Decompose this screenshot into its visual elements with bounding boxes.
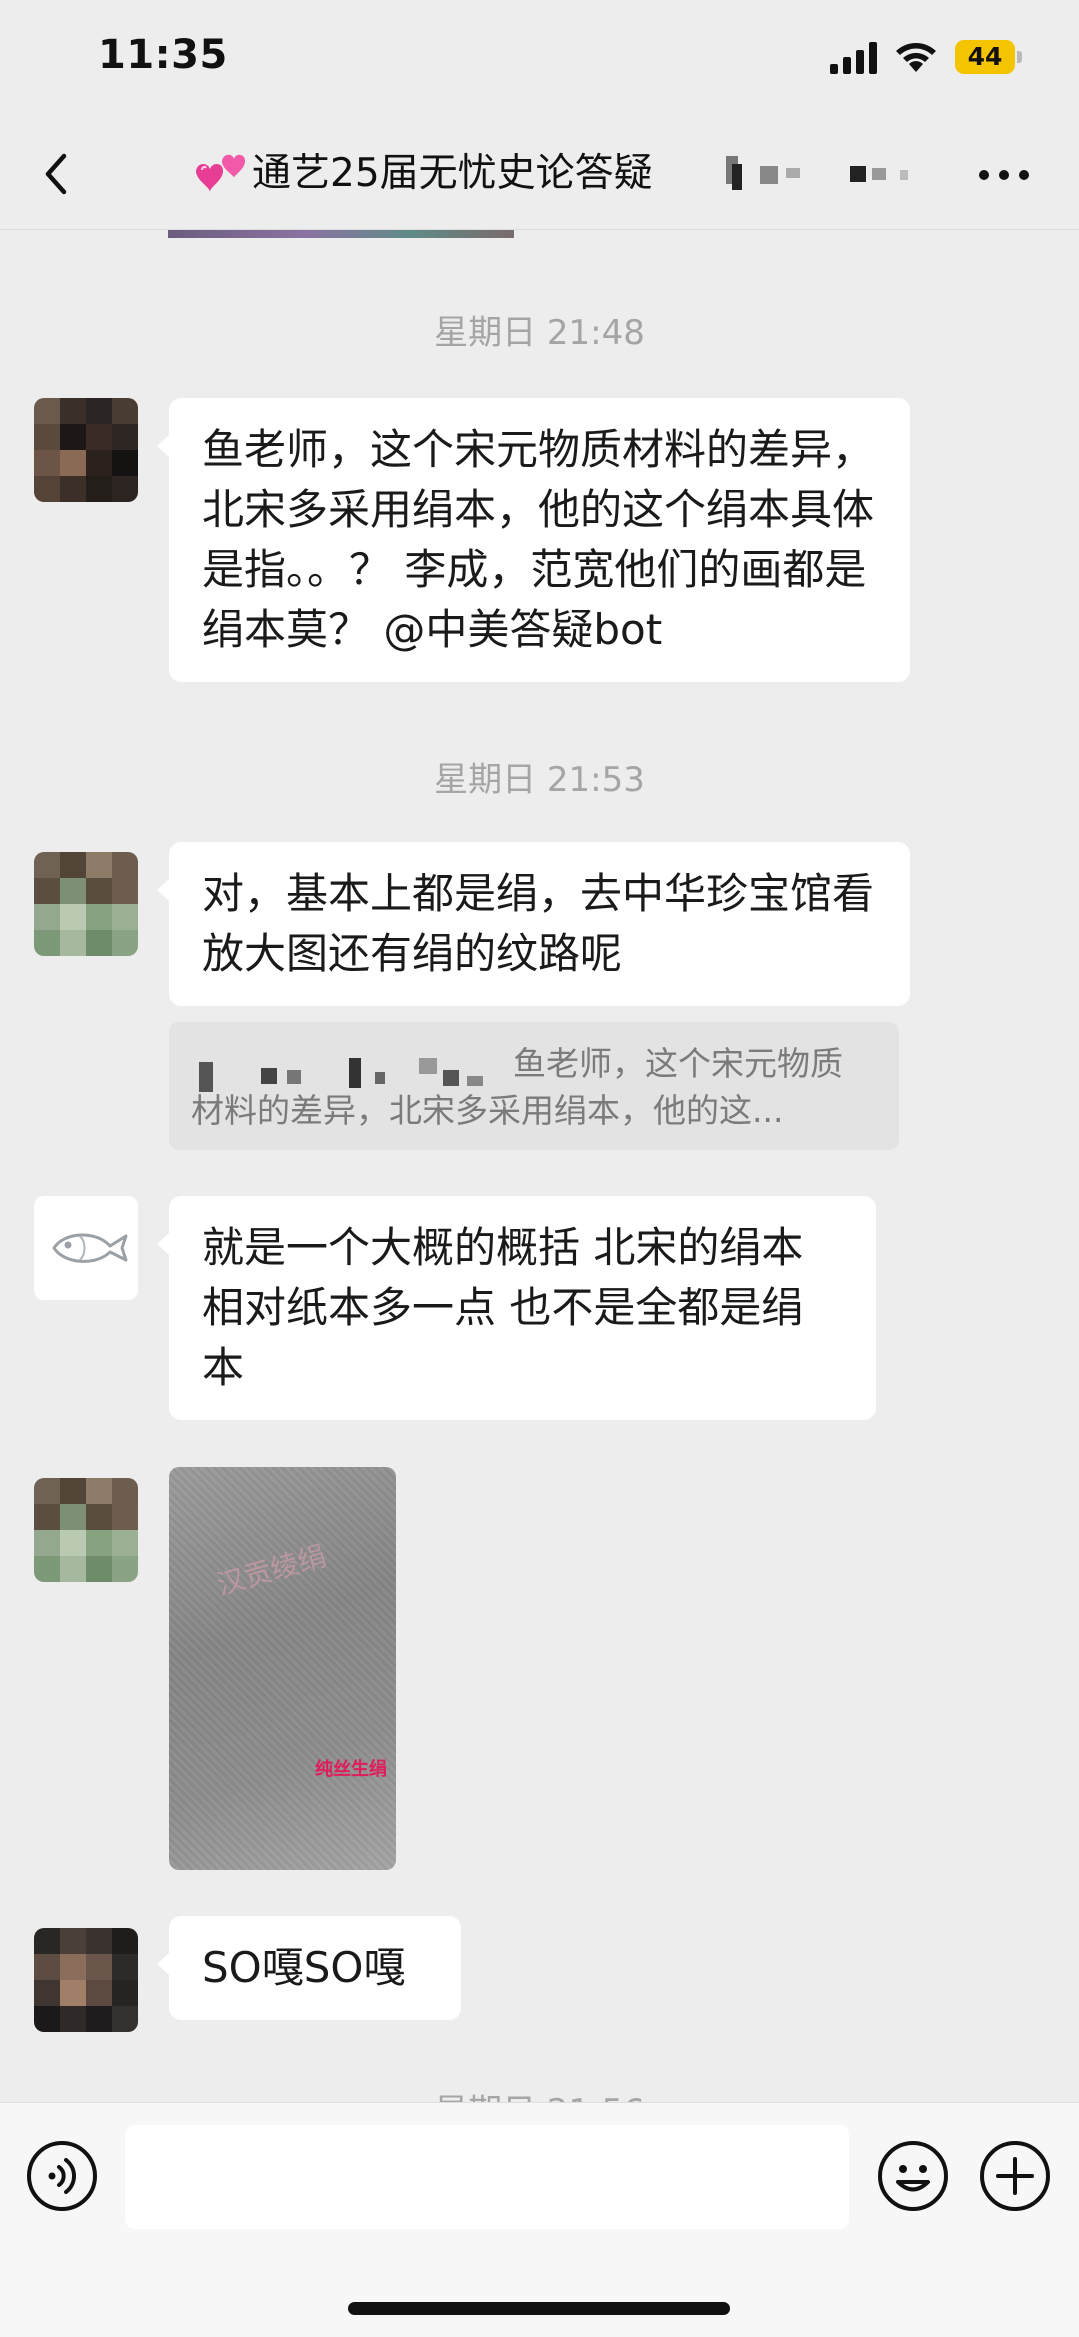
battery-level: 44 xyxy=(967,42,1003,71)
voice-icon[interactable] xyxy=(25,2139,99,2213)
avatar[interactable] xyxy=(34,1196,138,1300)
redacted-title-part xyxy=(710,150,950,210)
redacted-quote-sender xyxy=(199,1058,509,1118)
nav-bar: 通艺25届无忧史论答疑 xyxy=(0,120,1079,230)
wifi-icon xyxy=(896,43,936,72)
quoted-message[interactable]: 鱼老师，这个宋元物质 材料的差异，北宋多采用绢本，他的这... xyxy=(169,1022,899,1150)
image-message[interactable]: 汉贡绫绢 纯丝生绢 xyxy=(169,1467,396,1870)
message-text: 鱼老师，这个宋元物质材料的差异，北宋多采用绢本，他的这个绢本具体是指。。？ 李成… xyxy=(202,425,875,654)
message-input[interactable] xyxy=(125,2125,849,2229)
plus-circle-icon[interactable] xyxy=(978,2139,1052,2213)
message-text: 就是一个大概的概括 北宋的绢本相对纸本多一点 也不是全都是绢本 xyxy=(202,1223,804,1392)
message-timestamp: 星期日 21:53 xyxy=(434,760,645,800)
chat-title-area: 通艺25届无忧史论答疑 xyxy=(192,140,772,200)
avatar[interactable] xyxy=(34,398,138,502)
message-timestamp: 星期日 21:48 xyxy=(434,313,645,353)
fish-icon xyxy=(52,1233,128,1263)
message-bubble[interactable]: SO嘎SO嘎 xyxy=(157,1916,461,2020)
photo-watermark: 纯丝生绢 xyxy=(315,1759,387,1780)
avatar[interactable] xyxy=(34,1478,138,1582)
message-bubble[interactable]: 就是一个大概的概括 北宋的绢本相对纸本多一点 也不是全都是绢本 xyxy=(157,1196,876,1420)
avatar[interactable] xyxy=(34,852,138,956)
message-bubble[interactable]: 鱼老师，这个宋元物质材料的差异，北宋多采用绢本，他的这个绢本具体是指。。？ 李成… xyxy=(157,398,910,682)
signal-icon xyxy=(830,42,877,74)
message-text: SO嘎SO嘎 xyxy=(202,1943,406,1992)
two-hearts-icon xyxy=(196,154,246,192)
status-bar: 11:35 44 xyxy=(0,0,1079,120)
home-indicator[interactable] xyxy=(348,2302,730,2315)
emoji-icon[interactable] xyxy=(876,2139,950,2213)
ellipsis-icon[interactable] xyxy=(978,165,1030,185)
message-bubble[interactable]: 对，基本上都是绢，去中华珍宝馆看放大图还有绢的纹路呢 xyxy=(157,842,910,1006)
chat-screen: 11:35 44 通艺25届无忧史论答疑 星期日 21:48 鱼老师，这个宋元物… xyxy=(0,0,1079,2337)
message-text: 对，基本上都是绢，去中华珍宝馆看放大图还有绢的纹路呢 xyxy=(202,869,875,978)
status-time: 11:35 xyxy=(98,32,228,78)
chat-title: 通艺25届无忧史论答疑 xyxy=(252,151,653,196)
previous-image-edge[interactable] xyxy=(168,230,514,238)
avatar[interactable] xyxy=(34,1928,138,2032)
battery-icon: 44 xyxy=(955,40,1023,74)
chevron-left-icon[interactable] xyxy=(36,146,76,202)
